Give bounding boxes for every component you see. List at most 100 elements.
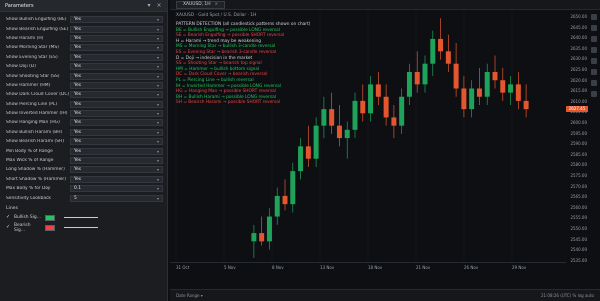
notes-icon[interactable] — [591, 69, 597, 75]
drawing-tool-icon[interactable] — [591, 14, 597, 20]
symbol-line: XAUUSD · Gold Spot / U.S. Dollar · 1H — [176, 13, 257, 18]
param-select[interactable]: Yes ▾ — [70, 147, 163, 155]
price-label: 2630.00 — [570, 56, 587, 62]
close-icon[interactable]: × — [156, 2, 162, 9]
price-label: 2580.00 — [570, 162, 587, 168]
candle-body — [523, 100, 529, 110]
line-style-preview[interactable] — [64, 217, 98, 219]
param-label: Show Shooting Star (SS) — [6, 73, 60, 79]
price-label: 2575.00 — [570, 173, 587, 178]
param-select[interactable]: Yes ▾ — [70, 63, 163, 71]
chevron-down-icon: ▾ — [156, 120, 159, 126]
calendar-icon[interactable] — [591, 58, 597, 64]
line-style-preview[interactable] — [64, 227, 98, 229]
panel-title: Parameters — [5, 2, 34, 9]
param-select[interactable]: Yes ▾ — [70, 100, 163, 108]
param-label: Show Bullish Engulfing (BE) — [6, 17, 67, 23]
param-select[interactable]: Yes ▾ — [70, 44, 163, 52]
chevron-down-icon: ▾ — [156, 17, 159, 23]
candle-body — [469, 88, 475, 110]
candle-body — [298, 146, 304, 172]
param-select[interactable]: Yes ▾ — [70, 138, 163, 146]
param-select[interactable]: Yes ▾ — [70, 34, 163, 42]
legend-line: SS = Shooting Star → bearish top signal — [176, 61, 262, 67]
chart-tab[interactable]: XAUUSD, 1H × — [176, 0, 226, 9]
param-label: Sensitivity Lookback — [6, 195, 51, 201]
param-select[interactable]: 0.1 ▾ — [70, 185, 163, 193]
date-range-button[interactable]: Date Range ▾ — [176, 293, 203, 298]
candle-body — [406, 71, 412, 97]
param-select[interactable]: Yes ▾ — [70, 16, 163, 24]
color-swatch[interactable] — [45, 214, 55, 221]
param-row: Show Harami (H) Yes ▾ — [0, 34, 167, 43]
candle-body — [368, 84, 374, 114]
param-label: Show Dark Cloud Cover (DC) — [6, 92, 70, 98]
checkbox[interactable]: ✓ — [6, 225, 11, 230]
param-select[interactable]: Yes ▾ — [70, 128, 163, 136]
param-label: Show Hanging Man (HG) — [6, 120, 60, 126]
candle-body — [266, 216, 272, 242]
chart-tabbar: XAUUSD, 1H × — [170, 0, 600, 10]
param-value: Yes — [74, 17, 82, 23]
param-label: Min Body % of Range — [6, 148, 53, 154]
price-label: 2645.00 — [570, 24, 587, 30]
param-value: Yes — [74, 101, 82, 107]
chevron-down-icon: ▾ — [156, 82, 159, 88]
param-label: Show Piercing Line (PL) — [6, 101, 58, 107]
candle-body — [508, 84, 514, 93]
object-tree-icon[interactable] — [591, 25, 597, 31]
param-select[interactable]: Yes ▾ — [70, 157, 163, 165]
param-select[interactable]: Yes ▾ — [70, 119, 163, 127]
chart-area[interactable]: XAUUSD, 1H × XAUUSD · Gold Spot / U.S. D… — [170, 0, 600, 301]
param-label: Max Body % for Doji — [6, 186, 51, 192]
param-label: Long Shadow % (Hammer) — [6, 167, 65, 173]
param-value: Yes — [74, 120, 82, 126]
alerts-icon[interactable] — [591, 47, 597, 53]
time-label: 5 Nov — [224, 265, 236, 270]
tab-close-icon[interactable]: × — [215, 2, 219, 7]
collapse-icon[interactable]: ▾ — [146, 2, 152, 9]
param-select[interactable]: Yes ▾ — [70, 72, 163, 80]
param-value: 5 — [74, 195, 77, 201]
candle-body — [313, 125, 319, 159]
style-list: ✓ Bullish Sig... ✓ Bearish Sig... — [0, 213, 167, 233]
param-select[interactable]: Yes ▾ — [70, 25, 163, 33]
candle-body — [445, 51, 451, 64]
price-label: 2620.00 — [570, 77, 587, 83]
candle-body — [274, 195, 280, 217]
param-select[interactable]: 5 ▾ — [70, 194, 163, 202]
candle-body — [282, 195, 288, 205]
price-scale[interactable]: 2650.00 2645.00 2640.00 2635.00 2630.00 2625.… — [566, 10, 588, 272]
param-value: Yes — [74, 176, 82, 182]
param-select[interactable]: Yes ▾ — [70, 81, 163, 89]
candle-body — [290, 171, 296, 205]
chevron-down-icon: ▾ — [156, 158, 159, 164]
param-value: 0.1 — [74, 186, 81, 192]
style-label: Bearish Sig... — [14, 222, 31, 233]
chat-icon[interactable] — [591, 80, 597, 86]
param-row: Show Shooting Star (SS) Yes ▾ — [0, 71, 167, 80]
param-value: Yes — [74, 167, 82, 173]
price-label: 2540.00 — [570, 247, 587, 253]
candle-body — [422, 63, 428, 85]
right-toolbar — [588, 10, 600, 230]
param-select[interactable]: Yes ▾ — [70, 175, 163, 183]
param-select[interactable]: Yes ▾ — [70, 166, 163, 174]
param-select[interactable]: Yes ▾ — [70, 53, 163, 61]
watchlist-icon[interactable] — [591, 36, 597, 42]
candle-body — [399, 96, 405, 126]
checkbox[interactable]: ✓ — [6, 215, 11, 220]
chevron-down-icon: ▾ — [156, 176, 159, 182]
param-select[interactable]: Yes ▾ — [70, 91, 163, 99]
param-label: Show Bullish Harami (BH) — [6, 129, 63, 135]
candle-body — [484, 71, 490, 97]
settings-icon[interactable] — [591, 91, 597, 97]
time-axis[interactable]: 31 Oct 5 Nov 8 Nov 13 Nov 18 Nov 21 Nov 26 Nov… — [170, 262, 566, 272]
param-select[interactable]: Yes ▾ — [70, 110, 163, 118]
color-swatch[interactable] — [45, 224, 55, 231]
param-label: Show Doji (D) — [6, 64, 36, 70]
price-label: 2635.00 — [570, 45, 587, 51]
lines-section-title: Lines — [6, 205, 18, 211]
price-label: 2535.00 — [570, 257, 587, 263]
price-label: 2550.00 — [570, 226, 587, 231]
